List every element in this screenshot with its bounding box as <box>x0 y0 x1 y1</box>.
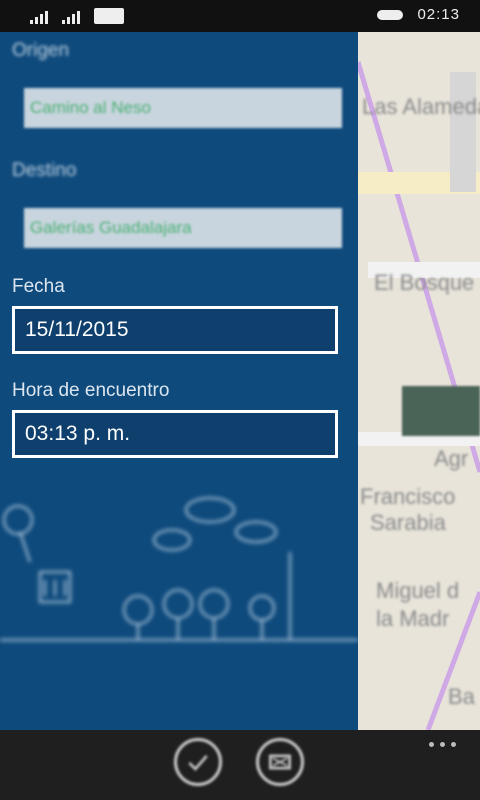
cloud-icon <box>377 9 404 20</box>
status-right: 02:13 <box>377 6 460 23</box>
time-value: 03:13 p. m. <box>25 422 131 445</box>
more-options-button[interactable] <box>429 742 456 747</box>
map-label-8: Ba <box>448 684 475 709</box>
app-bar <box>0 730 480 800</box>
cancel-icon <box>269 754 291 770</box>
battery-icon <box>94 8 124 24</box>
date-field[interactable]: 15/11/2015 <box>12 306 338 354</box>
map-label-5: Sarabia <box>370 510 446 535</box>
map-label-7: la Madr <box>376 606 450 631</box>
map-marker[interactable] <box>402 386 480 436</box>
destination-value: Galerías Guadalajara <box>30 218 192 237</box>
status-time: 02:13 <box>417 6 460 23</box>
map-label-6: Miguel d <box>376 578 460 603</box>
wifi-signal-icon <box>62 11 80 24</box>
status-left <box>30 8 124 24</box>
cancel-button[interactable] <box>256 738 304 786</box>
signal-icon <box>30 11 48 24</box>
time-field[interactable]: 03:13 p. m. <box>12 410 338 458</box>
check-icon <box>188 755 208 771</box>
status-bar: 02:13 <box>0 0 480 32</box>
origin-value: Camino al Neso <box>30 98 151 117</box>
accept-button[interactable] <box>174 738 222 786</box>
destination-field[interactable]: Galerías Guadalajara <box>24 208 342 248</box>
date-value: 15/11/2015 <box>25 318 129 341</box>
date-label: Fecha <box>12 276 65 297</box>
origin-label: Origen <box>12 40 70 61</box>
destination-label: Destino <box>12 160 77 181</box>
origin-field[interactable]: Camino al Neso <box>24 88 342 128</box>
map-label-2: El Bosque <box>374 270 475 295</box>
map-view[interactable]: Las Alameda El Bosque Agr Francisco Sara… <box>358 32 480 730</box>
town-illustration <box>0 497 358 641</box>
map-label-1: Las Alameda <box>362 94 480 119</box>
map-label-3: Agr <box>434 446 469 471</box>
time-label: Hora de encuentro <box>12 380 170 401</box>
form-panel: Origen Camino al Neso Destino Galerías G… <box>0 32 358 730</box>
map-label-4: Francisco <box>360 484 456 509</box>
